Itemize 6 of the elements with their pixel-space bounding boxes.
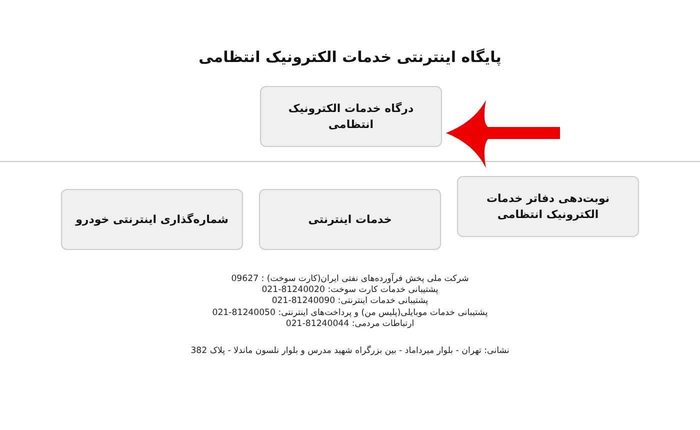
service-button[interactable]: شماره‌گذاری اینترنتی خودرو [61, 189, 243, 250]
service-button[interactable]: خدمات اینترنتی [259, 189, 441, 250]
page-title: پایگاه اینترنتی خدمات الکترونیک انتظامی [198, 48, 502, 66]
address-text: نشانی: تهران - بلوار میرداماد - بین بزرگراه شهید مدرس و بلوار نلسون ماندلا - پلاک 382 [190, 346, 510, 356]
service-button[interactable]: درگاه خدمات الکترونیک انتظامی [260, 86, 442, 147]
service-button[interactable]: نوبت‌دهی دفاتر خدمات الکترونیک انتظامی [457, 176, 639, 237]
